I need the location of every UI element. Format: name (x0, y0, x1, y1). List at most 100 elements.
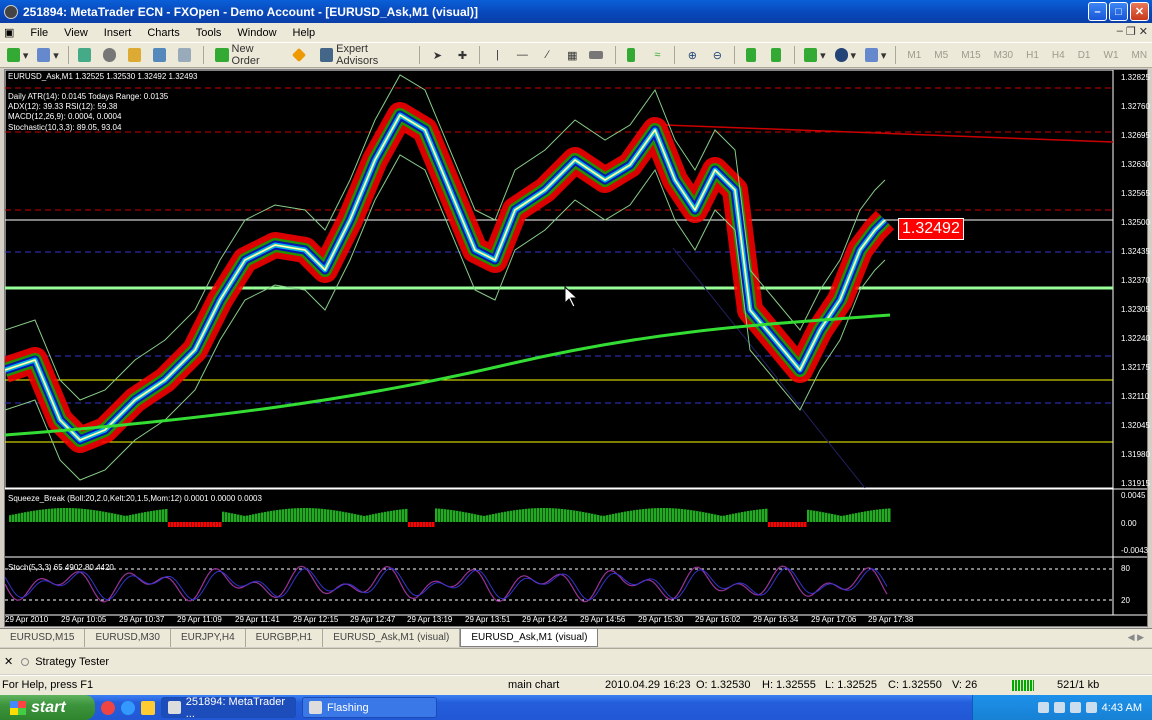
task-flashing-label: Flashing (327, 701, 369, 714)
templates-button[interactable]: ▾ (862, 45, 889, 66)
tab-eurusd-ask-m1-visual[interactable]: EURUSD_Ask,M1 (visual) (323, 629, 461, 647)
task-metatrader[interactable]: 251894: MetaTrader ... (161, 696, 296, 720)
trendline-tool[interactable]: ∕ (536, 45, 558, 66)
tab-eurgbp-h1[interactable]: EURGBP,H1 (246, 629, 324, 647)
autoscroll-button[interactable] (741, 45, 763, 66)
squeeze-bar (840, 515, 843, 522)
indicators-button[interactable]: ▾ (801, 45, 828, 66)
bar-chart-button[interactable] (621, 45, 643, 66)
time-tick: 29 Apr 14:56 (580, 615, 626, 624)
squeeze-bar (312, 508, 315, 522)
new-chart-button[interactable]: ▾ (4, 45, 31, 66)
squeeze-bar (318, 508, 321, 522)
terminal-button[interactable] (150, 45, 172, 66)
expert-advisors-button[interactable]: Expert Advisors (315, 43, 414, 67)
chrome-icon[interactable] (101, 700, 115, 715)
menu-tools[interactable]: Tools (188, 27, 230, 39)
strategy-tester-label[interactable]: Strategy Tester (35, 656, 109, 668)
squeeze-bar (408, 522, 411, 527)
mdi-restore-icon[interactable]: ❐ (1126, 25, 1136, 38)
timeframe-w1[interactable]: W1 (1099, 50, 1124, 61)
ie-icon[interactable] (121, 700, 135, 715)
timeframe-m15[interactable]: M15 (956, 50, 985, 61)
time-tick: 29 Apr 10:37 (119, 615, 165, 624)
squeeze-bar (60, 508, 63, 522)
menu-charts[interactable]: Charts (139, 27, 187, 39)
squeeze-bar (132, 514, 135, 522)
menu-insert[interactable]: Insert (96, 27, 140, 39)
minimize-button[interactable]: – (1088, 2, 1107, 21)
timeframe-m1[interactable]: M1 (902, 50, 926, 61)
data-window-button[interactable] (125, 45, 147, 66)
market-watch-button[interactable] (75, 45, 97, 66)
menu-view[interactable]: View (56, 27, 96, 39)
new-order-icon (215, 48, 229, 62)
menu-doc-icon[interactable]: ▣ (0, 26, 22, 39)
mdi-minimize-icon[interactable]: – (1117, 25, 1123, 38)
start-button[interactable]: start (0, 695, 95, 720)
squeeze-bar (735, 513, 738, 522)
squeeze-bar (528, 508, 531, 522)
line-chart-button[interactable]: ≈ (646, 45, 668, 66)
chart-window[interactable]: EURUSD_Ask,M1 1.32525 1.32530 1.32492 1.… (4, 69, 1150, 627)
mdi-close-icon[interactable]: ✕ (1139, 25, 1148, 38)
squeeze-bar (654, 508, 657, 522)
crosshair-tool[interactable]: ✚ (451, 45, 473, 66)
task-flashing[interactable]: Flashing (302, 697, 437, 718)
security-tray-icon[interactable] (1085, 702, 1097, 713)
squeeze-bar (627, 511, 630, 522)
squeeze-bar (234, 513, 237, 522)
squeeze-bar (639, 509, 642, 522)
timeframe-mn[interactable]: MN (1127, 50, 1152, 61)
squeeze-bar (603, 515, 606, 522)
strategy-tester-button[interactable] (175, 45, 197, 66)
squeeze-bar (30, 511, 33, 522)
timeframe-m30[interactable]: M30 (989, 50, 1018, 61)
network-tray-icon[interactable] (1053, 702, 1065, 713)
close-button[interactable]: ✕ (1130, 2, 1149, 21)
timeframe-d1[interactable]: D1 (1073, 50, 1096, 61)
profiles-button[interactable]: ▾ (34, 45, 61, 66)
close-tester-icon[interactable]: ✕ (4, 655, 13, 668)
zoom-in-button[interactable]: ⊕ (681, 45, 703, 66)
squeeze-bar (336, 510, 339, 522)
tab-eurjpy-h4[interactable]: EURJPY,H4 (171, 629, 246, 647)
tab-eurusd-m15[interactable]: EURUSD,M15 (0, 629, 86, 647)
status-help: For Help, press F1 (2, 679, 94, 691)
timeframe-h4[interactable]: H4 (1047, 50, 1070, 61)
squeeze-bar (264, 511, 267, 522)
squeeze-bar (726, 515, 729, 522)
zoom-out-button[interactable]: ⊖ (706, 45, 728, 66)
menu-help[interactable]: Help (285, 27, 324, 39)
expert-advisors-icon (319, 48, 334, 62)
cursor-tool[interactable]: ➤ (426, 45, 448, 66)
help-tray-icon[interactable] (1037, 702, 1049, 713)
squeeze-bar (246, 515, 249, 522)
menu-file[interactable]: File (22, 27, 56, 39)
chart-shift-button[interactable] (766, 45, 788, 66)
periods-button[interactable]: ▾ (832, 45, 859, 66)
tab-scroll-arrows-icon[interactable]: ◀ ▶ (1128, 632, 1144, 643)
metaeditor-button[interactable] (290, 45, 312, 66)
timeframe-m5[interactable]: M5 (929, 50, 953, 61)
squeeze-bar (882, 508, 885, 522)
vertical-line-tool[interactable]: | (486, 45, 508, 66)
navigator-button[interactable] (100, 45, 122, 66)
channel-tool[interactable]: ▦ (561, 45, 583, 66)
volume-tray-icon[interactable] (1069, 702, 1081, 713)
text-tool[interactable] (586, 45, 608, 66)
squeeze-bar (309, 508, 312, 522)
menu-window[interactable]: Window (229, 27, 284, 39)
timeframe-h1[interactable]: H1 (1021, 50, 1044, 61)
price-chart-canvas[interactable] (5, 70, 1147, 626)
tab-eurusd-m30[interactable]: EURUSD,M30 (85, 629, 171, 647)
squeeze-bar (660, 508, 663, 522)
time-tick: 29 Apr 10:05 (61, 615, 107, 624)
squeeze-bar (306, 508, 309, 522)
maximize-button[interactable]: □ (1109, 2, 1128, 21)
bar-chart-icon (626, 48, 635, 62)
horizontal-line-tool[interactable]: — (511, 45, 533, 66)
folder-icon[interactable] (141, 700, 155, 715)
new-order-button[interactable]: New Order (210, 43, 287, 67)
tab-eurusd-ask-m1-visual-active[interactable]: EURUSD_Ask,M1 (visual) (460, 629, 599, 647)
